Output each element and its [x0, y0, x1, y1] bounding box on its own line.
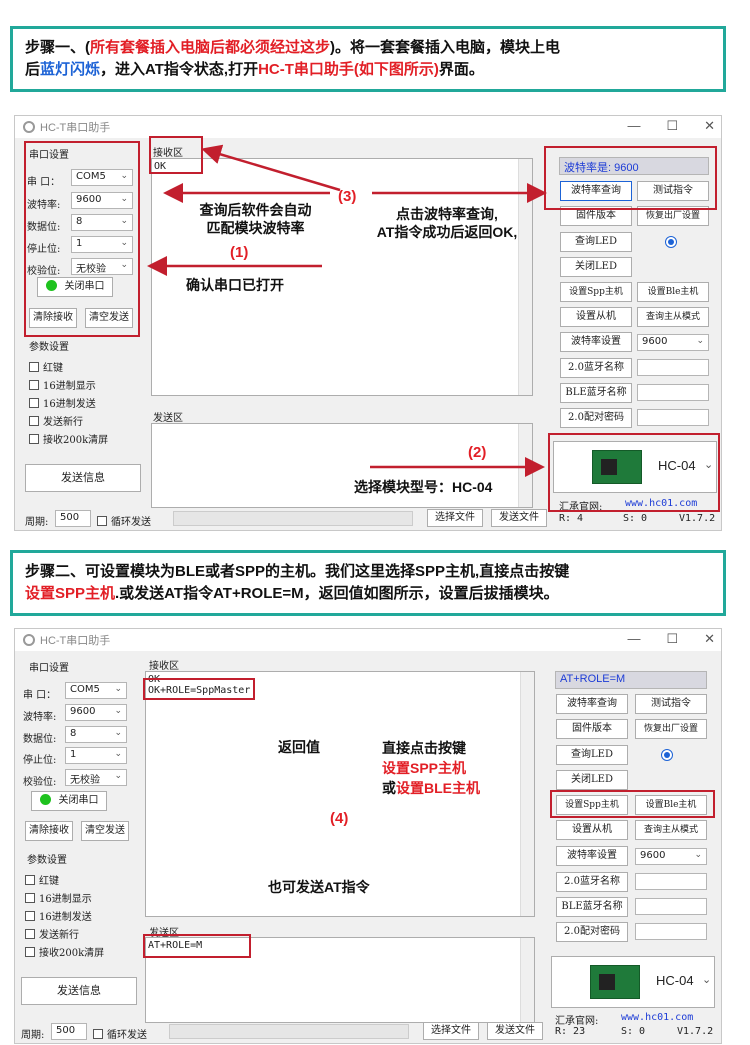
checkbox-icon — [25, 893, 35, 903]
name20-input[interactable] — [635, 873, 707, 890]
chevron-down-icon: ⌄ — [702, 973, 712, 986]
status-bar: 周期: 500 循环发送 选择文件 发送文件 R: 23 S: 0 V1.7.2 — [15, 1021, 721, 1043]
opt-hongjian[interactable]: 红键 — [25, 872, 59, 887]
databits-select[interactable]: 8 ⌄ — [65, 726, 127, 743]
module-image — [590, 965, 640, 999]
step2-text-2: .或发送AT指令AT+ROLE=M，返回值如图所示，设置后拔插模块。 — [115, 585, 559, 602]
opt-hex-show[interactable]: 16进制显示 — [25, 890, 92, 905]
step2-highlight: 设置SPP主机 — [25, 585, 116, 602]
chevron-down-icon: ⌄ — [114, 706, 122, 716]
highlight-send-cmd — [143, 934, 251, 958]
opt-clear200k[interactable]: 接收200k清屏 — [25, 944, 104, 959]
query-ms-button[interactable]: 查询主从模式 — [635, 820, 707, 840]
checkbox-icon — [25, 911, 35, 921]
stopbits-label: 停止位: — [23, 755, 57, 766]
module-name: HC-04 — [656, 973, 694, 988]
chevron-down-icon: ⌄ — [114, 771, 122, 781]
gear-icon — [23, 634, 35, 646]
close-icon[interactable]: ✕ — [704, 631, 715, 647]
query-led-button[interactable]: 查询LED — [556, 745, 628, 765]
serial-settings-label: 串口设置 — [29, 663, 69, 674]
databits-label: 数据位: — [23, 734, 57, 745]
select-file-button[interactable]: 选择文件 — [423, 1022, 479, 1040]
parity-label: 校验位: — [23, 777, 57, 788]
period-label: 周期: — [21, 1030, 45, 1041]
annotation-query-note: 查询后软件会自动 匹配模块波特率 — [199, 202, 312, 236]
chevron-down-icon: ⌄ — [694, 850, 702, 860]
baud-set-button[interactable]: 波特率设置 — [556, 846, 628, 866]
step2-text-1: 步骤二、可设置模块为BLE或者SPP的主机。我们这里选择SPP主机,直接点击按键 — [25, 563, 570, 580]
window-title: HC-T串口助手 — [40, 635, 111, 647]
annotation-send-at: 也可发送AT指令 — [268, 879, 370, 895]
opt-hex-send[interactable]: 16进制发送 — [25, 908, 92, 923]
chevron-down-icon: ⌄ — [114, 749, 122, 759]
hct-window-2: HC-T串口助手 — ☐ ✕ 串口设置 串 口： COM5 ⌄ 波特率: 9600 ⌄ … — [14, 628, 722, 1044]
chevron-down-icon: ⌄ — [114, 684, 122, 694]
annotation-step-2: (2) — [468, 444, 487, 461]
annotation-return-value: 返回值 — [278, 739, 320, 755]
send-file-button[interactable]: 发送文件 — [487, 1022, 543, 1040]
title-bar: HC-T串口助手 — ☐ ✕ — [15, 629, 721, 651]
close-port-button[interactable]: 关闭串口 — [31, 791, 107, 811]
annotation-direct-click: 直接点击按键 设置SPP主机 或设置BLE主机 — [382, 740, 480, 796]
baud-label: 波特率: — [23, 712, 57, 723]
checkbox-icon — [93, 1029, 103, 1039]
checkbox-icon — [25, 947, 35, 957]
scrollbar[interactable] — [520, 672, 534, 916]
chevron-down-icon: ⌄ — [114, 728, 122, 738]
checkbox-icon — [25, 875, 35, 885]
scrollbar[interactable] — [520, 938, 534, 1022]
led-radio-icon[interactable] — [661, 749, 673, 761]
set-slave-button[interactable]: 设置从机 — [556, 820, 628, 840]
pin20-input[interactable] — [635, 923, 707, 940]
ble-name-input[interactable] — [635, 898, 707, 915]
ble-name-button[interactable]: BLE蓝牙名称 — [556, 897, 628, 917]
close-led-button[interactable]: 关闭LED — [556, 770, 628, 790]
stopbits-select[interactable]: 1 ⌄ — [65, 747, 127, 764]
firmware-button[interactable]: 固件版本 — [556, 719, 628, 739]
checkbox-icon — [25, 929, 35, 939]
maximize-icon[interactable]: ☐ — [666, 631, 678, 647]
send-count: S: 0 — [621, 1026, 646, 1037]
parity-select[interactable]: 无校验 ⌄ — [65, 769, 127, 786]
port-label: 串 口： — [23, 690, 57, 701]
highlight-master-buttons — [550, 790, 715, 818]
minimize-icon[interactable]: — — [627, 631, 640, 647]
annotation-step-4: (4) — [330, 810, 349, 827]
version-label: V1.7.2 — [677, 1026, 714, 1037]
period-input[interactable]: 500 — [51, 1023, 87, 1040]
annotation-confirm-port: 确认串口已打开 — [186, 277, 284, 293]
test-command-button[interactable]: 测试指令 — [635, 694, 707, 714]
params-label: 参数设置 — [27, 855, 67, 866]
progress-bar — [169, 1024, 409, 1039]
highlight-recv-role — [143, 678, 255, 700]
annotation-click-note: 点击波特率查询, AT指令成功后返回OK, — [376, 206, 518, 240]
baud-set-select[interactable]: 9600 ⌄ — [635, 848, 707, 865]
annotation-select-module: 选择模块型号：HC-04 — [354, 479, 493, 495]
annotation-step-3: (3) — [338, 188, 357, 205]
status-led-icon — [39, 794, 51, 805]
opt-newline[interactable]: 发送新行 — [25, 926, 79, 941]
name20-button[interactable]: 2.0蓝牙名称 — [556, 872, 628, 892]
clear-send-button[interactable]: 清空发送 — [81, 821, 129, 841]
factory-reset-button[interactable]: 恢复出厂设置 — [635, 719, 707, 739]
module-select[interactable]: HC-04 ⌄ — [551, 956, 715, 1008]
clear-recv-button[interactable]: 清除接收 — [25, 821, 73, 841]
status-display: AT+ROLE=M — [555, 671, 707, 689]
send-info-button[interactable]: 发送信息 — [21, 977, 137, 1005]
loop-send-checkbox[interactable]: 循环发送 — [93, 1026, 147, 1041]
annotation-step-1: (1) — [230, 244, 249, 261]
recv-count: R: 23 — [555, 1026, 586, 1037]
step2-banner: 步骤二、可设置模块为BLE或者SPP的主机。我们这里选择SPP主机,直接点击按键… — [10, 550, 726, 616]
baud-select[interactable]: 9600 ⌄ — [65, 704, 127, 721]
pin20-button[interactable]: 2.0配对密码 — [556, 922, 628, 942]
port-select[interactable]: COM5 ⌄ — [65, 682, 127, 699]
baud-query-button[interactable]: 波特率查询 — [556, 694, 628, 714]
recv-area-label: 接收区 — [149, 661, 179, 672]
